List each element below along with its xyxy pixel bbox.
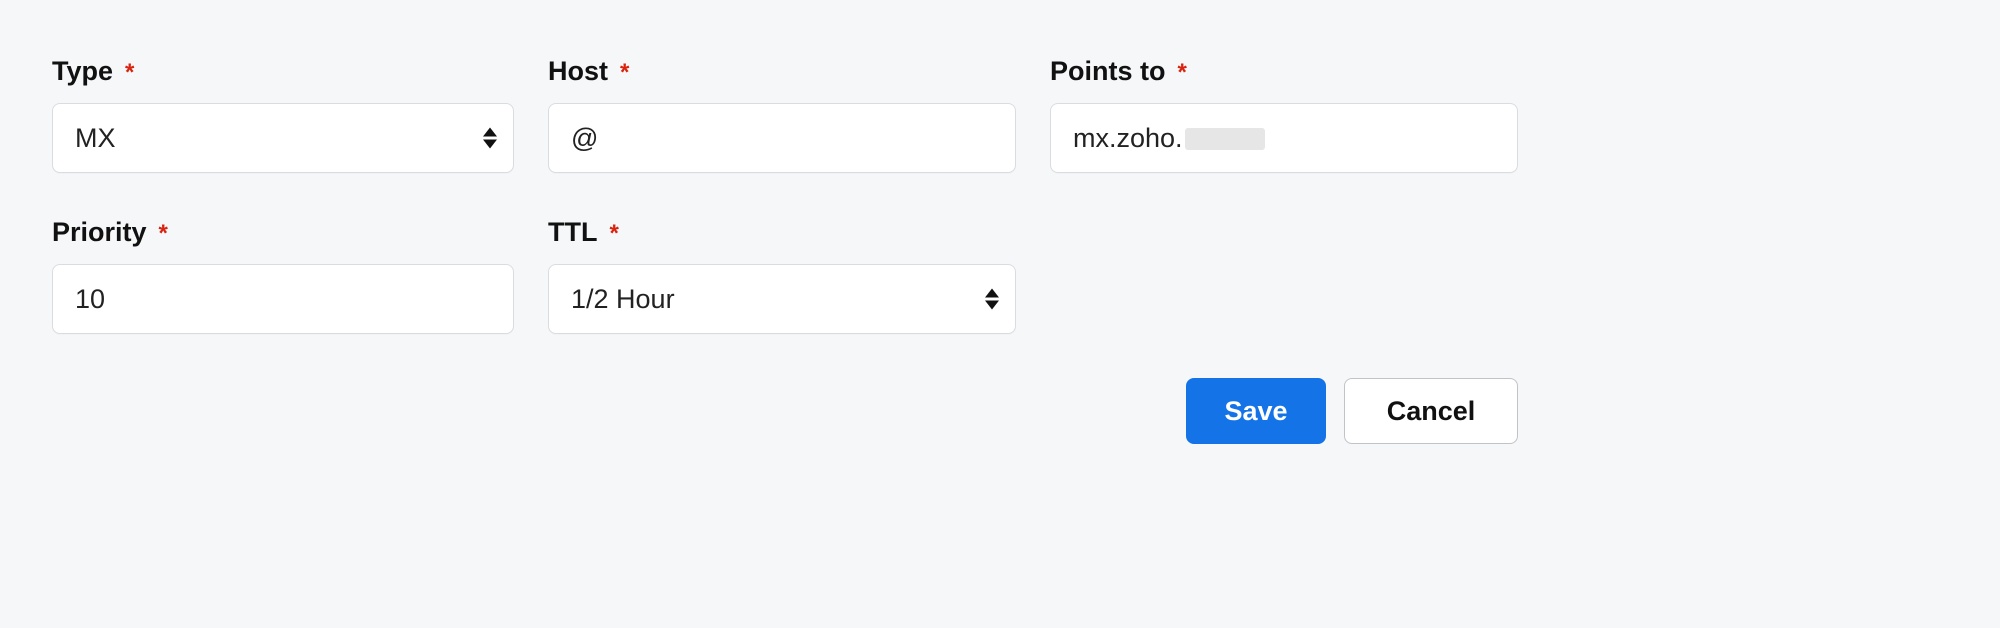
type-select[interactable]: MX	[52, 103, 514, 173]
priority-input-value: 10	[75, 284, 105, 315]
host-label-row: Host *	[548, 56, 1016, 87]
type-field-group: Type * MX	[52, 56, 514, 173]
points-to-input[interactable]: mx.zoho.	[1050, 103, 1518, 173]
save-button-label: Save	[1224, 396, 1287, 427]
save-button[interactable]: Save	[1186, 378, 1326, 444]
required-marker: *	[1178, 61, 1187, 85]
required-marker: *	[620, 61, 629, 85]
cancel-button-label: Cancel	[1387, 396, 1476, 427]
points-to-field-group: Points to * mx.zoho.	[1050, 56, 1518, 173]
type-label: Type	[52, 56, 113, 87]
host-label: Host	[548, 56, 608, 87]
ttl-select[interactable]: 1/2 Hour	[548, 264, 1016, 334]
points-to-input-value: mx.zoho.	[1073, 123, 1265, 154]
type-label-row: Type *	[52, 56, 514, 87]
priority-field-group: Priority * 10	[52, 217, 514, 334]
points-to-label: Points to	[1050, 56, 1166, 87]
points-to-label-row: Points to *	[1050, 56, 1518, 87]
required-marker: *	[125, 61, 134, 85]
redacted-text	[1185, 128, 1265, 150]
priority-label-row: Priority *	[52, 217, 514, 248]
ttl-label: TTL	[548, 217, 597, 248]
host-field-group: Host * @	[548, 56, 1016, 173]
priority-input[interactable]: 10	[52, 264, 514, 334]
select-arrows-icon	[985, 289, 999, 310]
required-marker: *	[609, 222, 618, 246]
host-input[interactable]: @	[548, 103, 1016, 173]
ttl-select-value: 1/2 Hour	[571, 284, 675, 315]
ttl-label-row: TTL *	[548, 217, 1016, 248]
host-input-value: @	[571, 123, 598, 154]
required-marker: *	[159, 222, 168, 246]
type-select-value: MX	[75, 123, 116, 154]
button-row: Save Cancel	[52, 378, 1518, 444]
priority-label: Priority	[52, 217, 147, 248]
cancel-button[interactable]: Cancel	[1344, 378, 1518, 444]
ttl-field-group: TTL * 1/2 Hour	[548, 217, 1016, 334]
select-arrows-icon	[483, 128, 497, 149]
